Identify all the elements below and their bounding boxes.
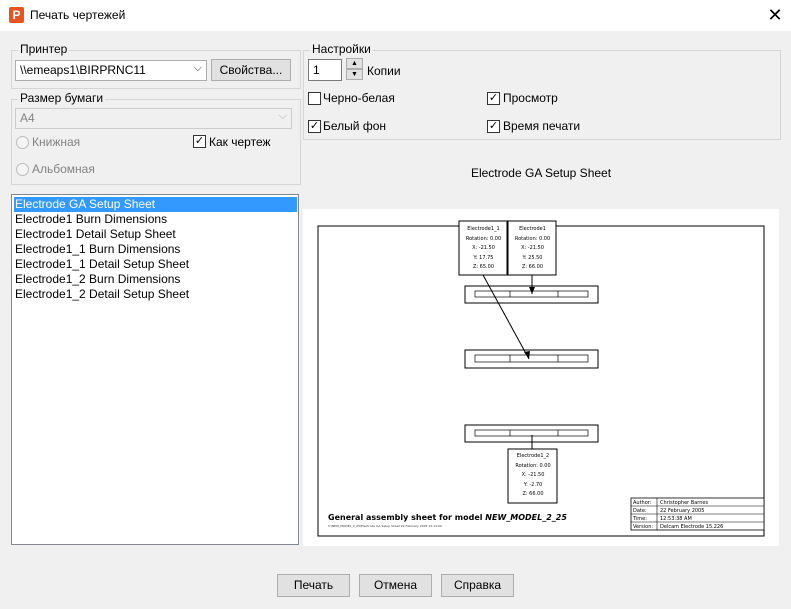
electrode-x: X: -21.50 <box>521 472 545 478</box>
as-drawing-label: Как чертеж <box>209 135 271 149</box>
electrode-label-1-1: Electrode1_1 Rotation: 0.00 X: -21.50 Y:… <box>460 225 507 273</box>
sheet-caption-model: NEW_MODEL_2_25 <box>485 513 567 522</box>
chevron-down-icon: ⌵ <box>193 62 202 74</box>
electrode-y: Y: 17.75 <box>473 254 494 261</box>
electrode-label-1-2: Electrode1_2 Rotation: 0.00 X: -21.50 Y:… <box>509 452 557 500</box>
print-time-label: Время печати <box>503 119 581 133</box>
plate-middle <box>464 349 599 369</box>
copies-input[interactable]: 1 <box>308 59 342 81</box>
copies-value: 1 <box>313 63 320 77</box>
sheet-caption-prefix: General assembly sheet for model <box>328 513 486 522</box>
title-bar: P Печать чертежей ✕ <box>0 0 791 31</box>
white-background-checkbox[interactable]: ✓ <box>308 120 321 133</box>
preview-checkbox[interactable]: ✓ <box>487 92 500 105</box>
list-item[interactable]: Electrode1_1 Burn Dimensions <box>14 242 180 257</box>
electrode-name: Electrode1 <box>519 226 546 232</box>
chevron-down-icon: ⌵ <box>278 110 287 122</box>
printer-select[interactable]: \\emeaps1\BIRPRNC11 ⌵ <box>15 60 207 81</box>
white-background-label: Белый фон <box>323 119 386 133</box>
electrode-rotation: Rotation: 0.00 <box>514 235 551 242</box>
copies-up-arrow-icon[interactable]: ▲ <box>346 58 363 69</box>
landscape-radio <box>16 163 29 176</box>
electrode-y: Y: 25.50 <box>522 254 543 261</box>
title-block-key: Date: <box>633 508 647 514</box>
list-item[interactable]: Electrode1 Burn Dimensions <box>14 212 167 227</box>
title-block-key: Author: <box>633 500 652 506</box>
paper-size-select: A4 ⌵ <box>15 108 292 129</box>
preview-area: Electrode1_1 Rotation: 0.00 X: -21.50 Y:… <box>303 209 779 546</box>
sheet-path: V:\NEW_MODEL_2_25\Electrode GA Setup She… <box>328 524 442 528</box>
title-block-value: Delcam Electrode 15.226 <box>660 524 724 530</box>
print-time-checkbox[interactable]: ✓ <box>487 120 500 133</box>
printer-legend: Принтер <box>18 42 70 56</box>
list-item[interactable]: Electrode1_1 Detail Setup Sheet <box>14 257 189 272</box>
electrode-name: Electrode1_2 <box>516 453 550 459</box>
sheet-caption: General assembly sheet for model NEW_MOD… <box>328 513 567 522</box>
electrode-rotation: Rotation: 0.00 <box>465 235 502 242</box>
title-block-value: 12:53:38 AM <box>660 516 692 522</box>
electrode-y: Y: -2.70 <box>523 481 543 488</box>
title-block-keys: Author: Date: Time: Version: <box>633 499 653 531</box>
list-item[interactable]: Electrode GA Setup Sheet <box>14 197 297 212</box>
drawings-list[interactable]: Electrode GA Setup Sheet Electrode1 Burn… <box>11 194 299 545</box>
title-block-key: Version: <box>633 524 654 530</box>
landscape-label: Альбомная <box>32 162 95 176</box>
electrode-name: Electrode1_1 <box>467 226 500 232</box>
app-logo-icon: P <box>9 7 24 23</box>
help-button[interactable]: Справка <box>441 574 514 597</box>
close-icon[interactable]: ✕ <box>765 4 785 26</box>
copies-down-arrow-icon[interactable]: ▼ <box>346 69 363 80</box>
printer-select-value: \\emeaps1\BIRPRNC11 <box>20 63 146 77</box>
portrait-label: Книжная <box>32 135 81 149</box>
window-title: Печать чертежей <box>30 8 126 22</box>
paper-size-value: A4 <box>20 111 35 125</box>
title-block-value: 22 February 2005 <box>660 508 705 514</box>
black-white-label: Черно-белая <box>323 91 395 105</box>
print-button[interactable]: Печать <box>277 574 350 597</box>
electrode-z: Z: 65.00 <box>472 264 494 270</box>
electrode-z: Z: 66.00 <box>521 264 543 270</box>
electrode-z: Z: 66.00 <box>522 491 544 497</box>
electrode-x: X: -21.50 <box>521 245 544 251</box>
properties-button[interactable]: Свойства... <box>211 59 291 81</box>
title-block-key: Time: <box>633 516 647 522</box>
settings-legend: Настройки <box>310 42 373 56</box>
preview-heading: Electrode GA Setup Sheet <box>470 166 612 180</box>
electrode-label-1: Electrode1 Rotation: 0.00 X: -21.50 Y: 2… <box>509 225 556 273</box>
title-block-values: Christopher Barnes 22 February 2005 12:5… <box>660 499 723 531</box>
preview-label: Просмотр <box>503 91 558 105</box>
list-item[interactable]: Electrode1_2 Detail Setup Sheet <box>14 287 189 302</box>
list-item[interactable]: Electrode1_2 Burn Dimensions <box>14 272 180 287</box>
electrode-rotation: Rotation: 0.00 <box>515 462 551 469</box>
copies-label: Копии <box>367 64 401 78</box>
electrode-x: X: -21.50 <box>472 245 495 251</box>
portrait-radio <box>16 136 29 149</box>
paper-size-legend: Размер бумаги <box>18 91 106 105</box>
cancel-button[interactable]: Отмена <box>359 574 432 597</box>
as-drawing-checkbox[interactable]: ✓ <box>193 135 206 148</box>
title-block-value: Christopher Barnes <box>660 500 709 506</box>
black-white-checkbox[interactable] <box>308 92 321 105</box>
list-item[interactable]: Electrode1 Detail Setup Sheet <box>14 227 176 242</box>
